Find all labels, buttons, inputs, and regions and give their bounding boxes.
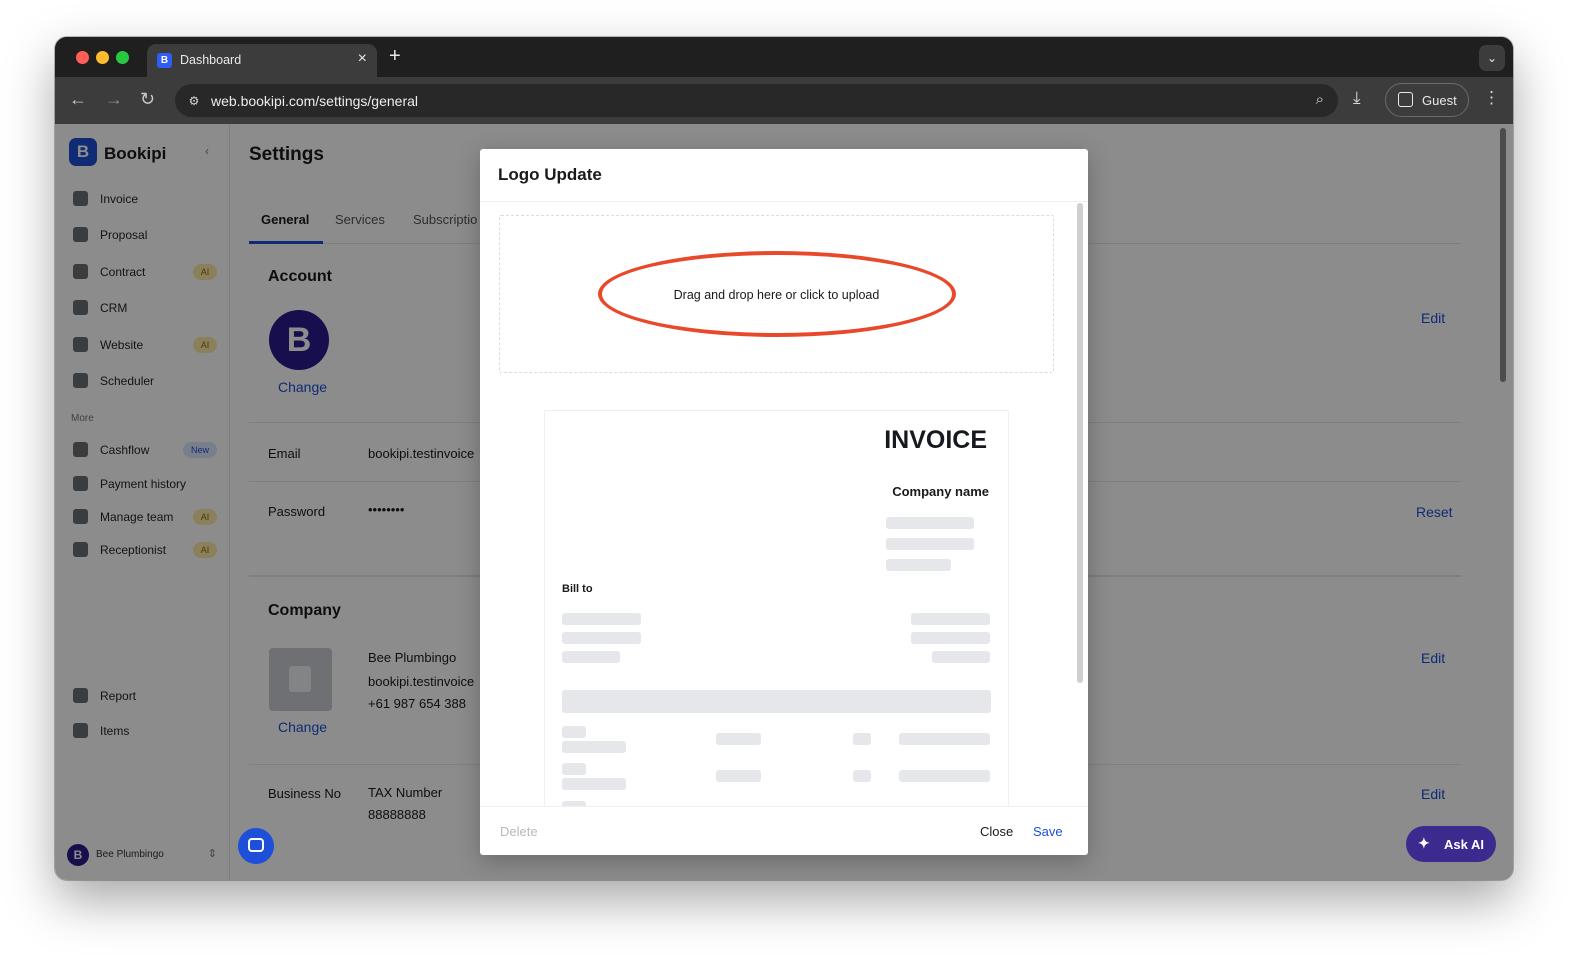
- invoice-title: INVOICE: [884, 426, 987, 454]
- browser-tab[interactable]: B Dashboard ×: [147, 44, 377, 77]
- close-button[interactable]: Close: [980, 824, 1013, 839]
- skeleton-line: [562, 763, 586, 775]
- profile-icon: [1398, 92, 1413, 107]
- invoice-company-name: Company name: [892, 484, 989, 499]
- modal-footer: Delete Close Save: [480, 806, 1088, 855]
- modal-scrollbar-thumb[interactable]: [1077, 203, 1083, 683]
- skeleton-line: [716, 733, 761, 745]
- kebab-menu-icon[interactable]: ⋮: [1483, 88, 1500, 108]
- skeleton-line: [932, 651, 990, 663]
- site-info-icon[interactable]: ⚙: [183, 90, 205, 112]
- skeleton-table-header: [562, 690, 991, 713]
- guest-profile-button[interactable]: Guest: [1385, 83, 1469, 117]
- skeleton-line: [911, 632, 990, 644]
- tab-close-icon[interactable]: ×: [358, 50, 367, 68]
- skeleton-line: [886, 538, 974, 550]
- skeleton-line: [853, 733, 871, 745]
- skeleton-line: [562, 651, 620, 663]
- skeleton-line: [899, 733, 990, 745]
- download-icon[interactable]: ⤓: [1353, 88, 1361, 108]
- tab-search-chevron-icon[interactable]: ⌄: [1479, 45, 1505, 71]
- modal-body: Drag and drop here or click to upload IN…: [480, 202, 1088, 806]
- back-arrow-icon[interactable]: ←: [69, 89, 87, 110]
- modal-scrollbar[interactable]: [1076, 203, 1085, 683]
- forward-arrow-icon[interactable]: →: [105, 89, 123, 110]
- skeleton-line: [562, 741, 626, 753]
- skeleton-line: [562, 778, 626, 790]
- invoice-preview: INVOICE Company name Bill to: [544, 410, 1009, 806]
- logo-update-modal: Logo Update Drag and drop here or click …: [480, 149, 1088, 855]
- delete-button[interactable]: Delete: [500, 824, 538, 839]
- browser-toolbar: ← → ↻ ⚙ web.bookipi.com/settings/general…: [55, 77, 1513, 124]
- zoom-magnifier-icon[interactable]: ⌕: [1316, 91, 1324, 108]
- app-viewport: B Bookipi ‹ Invoice Proposal Contract AI…: [55, 124, 1513, 880]
- ask-ai-label: Ask AI: [1444, 837, 1484, 852]
- address-bar[interactable]: ⚙ web.bookipi.com/settings/general ⌕: [175, 84, 1338, 117]
- modal-title: Logo Update: [498, 165, 602, 184]
- chat-support-button[interactable]: [238, 828, 274, 864]
- logo-upload-dropzone[interactable]: Drag and drop here or click to upload: [499, 215, 1054, 373]
- skeleton-line: [562, 726, 586, 738]
- save-button[interactable]: Save: [1033, 824, 1063, 839]
- skeleton-line: [562, 632, 641, 644]
- browser-window: B Dashboard × + ⌄ ← → ↻ ⚙ web.bookipi.co…: [55, 37, 1513, 880]
- window-maximize-button[interactable]: [116, 51, 129, 64]
- tab-strip: B Dashboard × + ⌄: [55, 37, 1513, 77]
- bookipi-favicon-icon: B: [157, 53, 172, 68]
- invoice-bill-to: Bill to: [562, 583, 593, 595]
- skeleton-line: [886, 559, 951, 571]
- skeleton-line: [853, 770, 871, 782]
- new-tab-icon[interactable]: +: [389, 45, 401, 68]
- skeleton-line: [562, 613, 641, 625]
- annotation-ellipse: [598, 251, 956, 337]
- tab-title: Dashboard: [180, 53, 242, 67]
- reload-icon[interactable]: ↻: [140, 89, 155, 110]
- url-text[interactable]: web.bookipi.com/settings/general: [211, 93, 418, 109]
- ask-ai-button[interactable]: ✦ Ask AI: [1406, 826, 1496, 862]
- window-close-button[interactable]: [76, 51, 89, 64]
- skeleton-line: [886, 517, 974, 529]
- skeleton-line: [716, 770, 761, 782]
- skeleton-line: [911, 613, 990, 625]
- skeleton-line: [899, 770, 990, 782]
- sparkle-icon: ✦: [1418, 835, 1430, 851]
- chat-icon: [248, 838, 264, 852]
- guest-label: Guest: [1422, 93, 1457, 108]
- window-minimize-button[interactable]: [96, 51, 109, 64]
